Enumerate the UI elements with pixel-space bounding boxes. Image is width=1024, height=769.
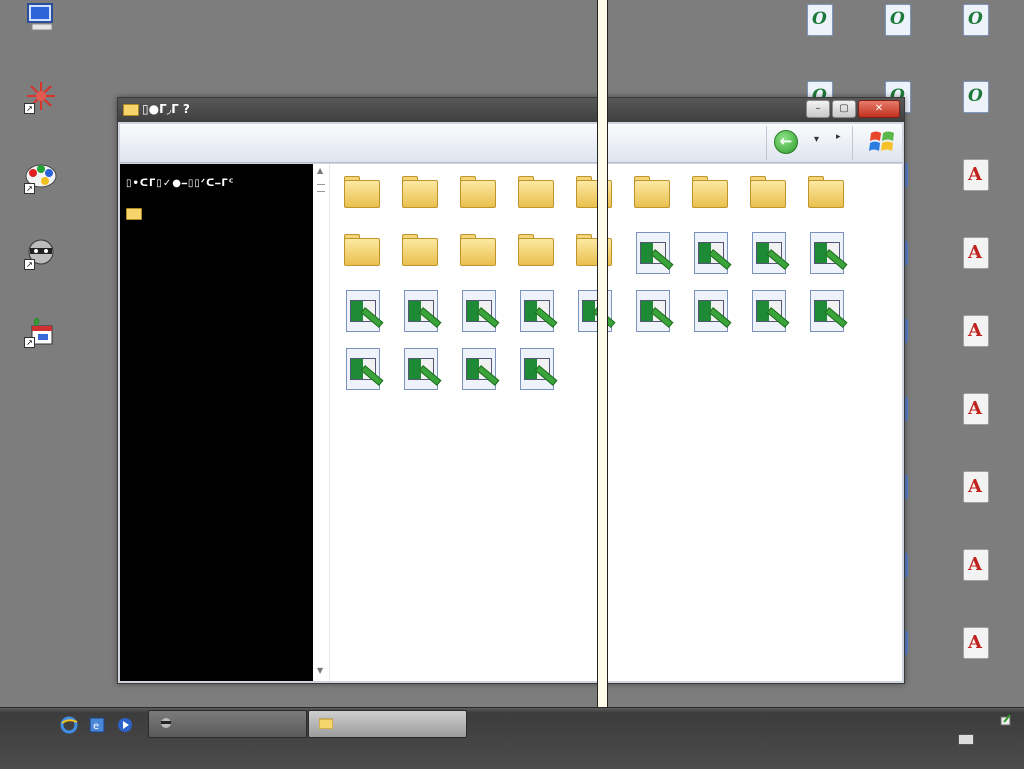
raccoon-shortcut-icon[interactable]: ↗: [24, 236, 58, 270]
picture-file-icon[interactable]: [514, 288, 558, 332]
scroll-down-button[interactable]: ▼: [317, 666, 323, 675]
access-document-icon[interactable]: [963, 627, 989, 659]
access-document-icon[interactable]: [963, 159, 989, 191]
access-document-icon[interactable]: [963, 237, 989, 269]
title-bar[interactable]: ▯●ᒥ◞ᒥ ? – ▢ ✕: [118, 98, 904, 122]
picture-file-icon[interactable]: [340, 346, 384, 390]
folder-tree-pane[interactable]: ▯•ᑕᒥ▯✓●⎯▯▯ᐟᑕ⎯ᒥᑦ: [120, 164, 313, 681]
folder-icon[interactable]: [746, 172, 790, 216]
folder-icon[interactable]: [456, 172, 500, 216]
picture-file-icon[interactable]: [456, 346, 500, 390]
paint-palette-shortcut-icon[interactable]: ↗: [24, 160, 58, 194]
folder-icon[interactable]: [456, 230, 500, 274]
forward-button[interactable]: ▸: [836, 132, 841, 142]
document-o-icon[interactable]: [807, 4, 833, 36]
folder-icon[interactable]: [340, 230, 384, 274]
picture-file-icon[interactable]: [688, 230, 732, 274]
picture-file-icon[interactable]: [398, 346, 442, 390]
file-view[interactable]: [330, 164, 902, 681]
raccoon-icon: [161, 718, 171, 728]
toolbar-separator: [766, 126, 767, 160]
internet-explorer-icon[interactable]: [60, 716, 78, 734]
windows-logo-icon: [869, 131, 894, 151]
media-player-icon[interactable]: [116, 716, 134, 734]
folder-tree-label: ▯•ᑕᒥ▯✓●⎯▯▯ᐟᑕ⎯ᒥᑦ: [126, 178, 235, 189]
picture-file-icon[interactable]: [746, 288, 790, 332]
folder-icon[interactable]: [630, 172, 674, 216]
picture-file-icon[interactable]: [688, 288, 732, 332]
vertical-scrollbar[interactable]: ▲ ▼: [313, 164, 330, 681]
picture-file-icon[interactable]: [514, 346, 558, 390]
document-o-icon[interactable]: [963, 4, 989, 36]
keyboard-icon[interactable]: [958, 734, 974, 745]
my-computer-icon[interactable]: [24, 2, 58, 36]
access-document-icon[interactable]: [963, 315, 989, 347]
picture-file-icon[interactable]: [572, 288, 616, 332]
open-folder-icon[interactable]: [126, 208, 142, 220]
back-button[interactable]: ←: [774, 130, 798, 154]
picture-file-icon[interactable]: [340, 288, 384, 332]
svg-text:e: e: [93, 721, 99, 732]
maximize-button[interactable]: ▢: [832, 100, 856, 118]
scroll-grip[interactable]: [317, 184, 325, 192]
folder-icon: [123, 104, 139, 116]
vertical-divider-bar: [597, 0, 608, 768]
folder-icon[interactable]: [572, 172, 616, 216]
toolbar: ← ▾ ▸: [120, 124, 902, 163]
outlook-express-icon[interactable]: e: [88, 716, 106, 734]
folder-icon[interactable]: [340, 172, 384, 216]
folder-icon[interactable]: [398, 172, 442, 216]
taskbar-button-explorer[interactable]: [308, 710, 467, 738]
folder-icon[interactable]: [572, 230, 616, 274]
folder-icon[interactable]: [688, 172, 732, 216]
explorer-window[interactable]: ▯●ᒥ◞ᒥ ? – ▢ ✕ ← ▾ ▸ ▯•ᑕᒥ▯✓●⎯▯▯ᐟᑕ⎯ᒥᑦ ▲ ▼: [117, 97, 905, 684]
folder-icon: [319, 718, 333, 729]
picture-file-icon[interactable]: [456, 288, 500, 332]
picture-file-icon[interactable]: [630, 230, 674, 274]
folder-icon[interactable]: [514, 172, 558, 216]
toolbar-separator: [852, 126, 853, 160]
access-document-icon[interactable]: [963, 471, 989, 503]
shortcut-arrow-icon: ↗: [24, 337, 35, 348]
picture-file-icon[interactable]: [804, 288, 848, 332]
access-document-icon[interactable]: [963, 393, 989, 425]
plant-calendar-shortcut-icon[interactable]: ↗: [24, 314, 58, 348]
picture-file-icon[interactable]: [746, 230, 790, 274]
red-burst-shortcut-icon[interactable]: ↗: [24, 80, 58, 114]
shortcut-arrow-icon: ↗: [24, 103, 35, 114]
shortcut-arrow-icon: ↗: [24, 259, 35, 270]
history-dropdown-button[interactable]: ▾: [814, 134, 819, 145]
document-o-icon[interactable]: [885, 4, 911, 36]
folder-icon[interactable]: [398, 230, 442, 274]
picture-file-icon[interactable]: [630, 288, 674, 332]
access-document-icon[interactable]: [963, 549, 989, 581]
window-title: ▯●ᒥ◞ᒥ ?: [142, 102, 190, 116]
folder-icon[interactable]: [804, 172, 848, 216]
folder-icon[interactable]: [514, 230, 558, 274]
paint-tray-icon[interactable]: [1000, 714, 1012, 726]
picture-file-icon[interactable]: [804, 230, 848, 274]
scroll-up-button[interactable]: ▲: [317, 166, 323, 175]
minimize-button[interactable]: –: [806, 100, 830, 118]
shortcut-arrow-icon: ↗: [24, 183, 35, 194]
document-o-icon[interactable]: [963, 81, 989, 113]
picture-file-icon[interactable]: [398, 288, 442, 332]
taskbar-button-raccoon-app[interactable]: [148, 710, 307, 738]
taskbar: e: [0, 707, 1024, 769]
close-button[interactable]: ✕: [858, 100, 900, 118]
